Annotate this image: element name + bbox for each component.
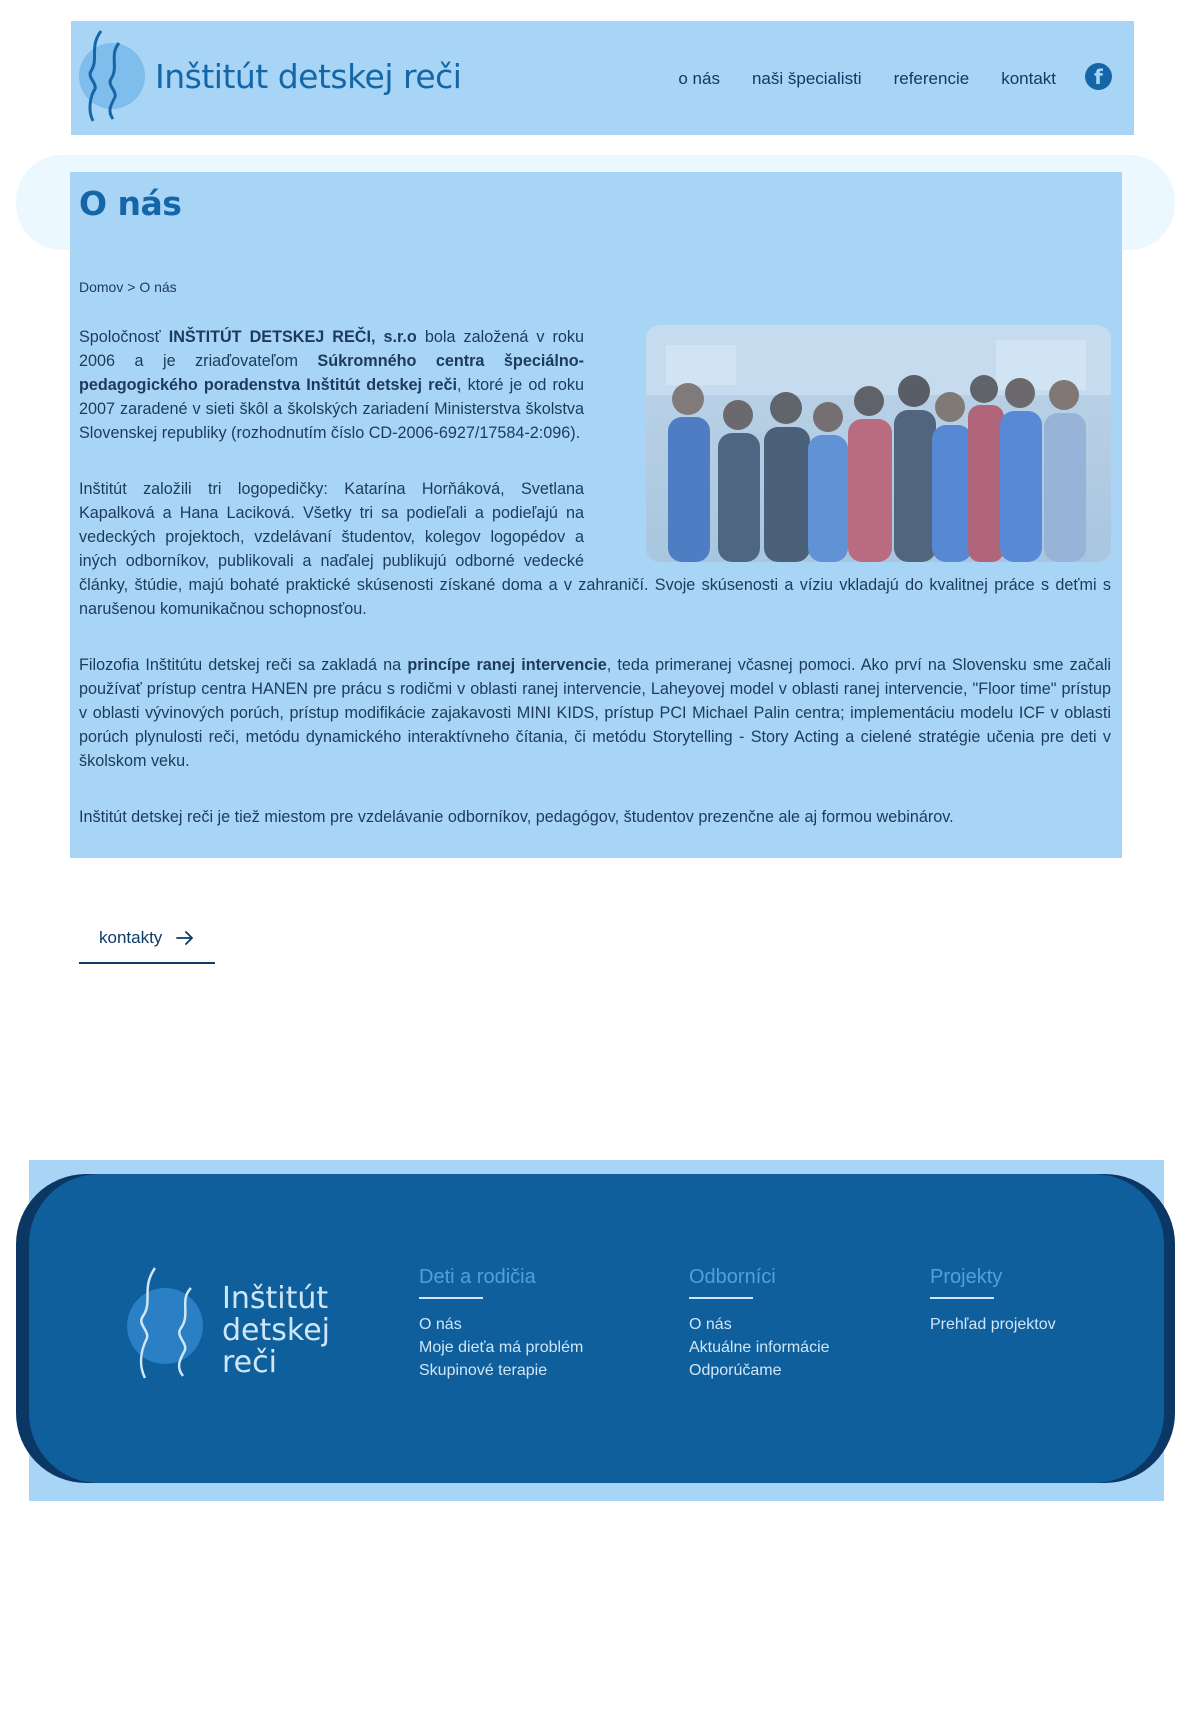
footer-link[interactable]: Prehľad projektov [930,1313,1056,1336]
contacts-button-label: kontakty [99,928,163,947]
footer-column-title: Deti a rodičia [419,1266,536,1299]
p1-text-a: Spoločnosť [79,328,169,346]
footer-link[interactable]: Aktuálne informácie [689,1336,830,1359]
paragraph-education: Inštitút detskej reči je tiež miestom pr… [79,808,954,826]
facebook-icon[interactable]: f [1085,63,1112,90]
p1-company-name: INŠTITÚT DETSKEJ REČI, s.r.o [168,328,417,346]
footer-brand-line-1: Inštitút [222,1281,329,1316]
team-photo-image [646,325,1111,562]
team-photo [646,325,1111,562]
footer-column-title: Odborníci [689,1266,776,1299]
paragraph-philosophy: Filozofia Inštitútu detskej reči sa zakl… [79,653,1111,773]
nav-item-o-nas[interactable]: o nás [678,69,720,89]
breadcrumb-current: O nás [139,279,177,295]
footer-brand-line-3: reči [222,1345,277,1380]
breadcrumb: Domov > O nás [79,279,177,295]
site-header: Inštitút detskej reči o nás naši špecial… [71,21,1134,135]
footer-link[interactable]: Skupinové terapie [419,1359,583,1382]
p3-text-a: Filozofia Inštitútu detskej reči sa zakl… [79,656,408,674]
footer-brand[interactable]: Inštitút detskej reči [222,1283,330,1379]
footer-link[interactable]: O nás [419,1313,583,1336]
arrow-right-icon [176,931,194,945]
page-title: O nás [79,184,182,223]
footer-column-odbornici: Odborníci O nás Aktuálne informácie Odpo… [689,1266,830,1382]
breadcrumb-separator: > [127,279,136,295]
logo-icon[interactable] [79,29,149,124]
site-footer: Inštitút detskej reči Deti a rodičia O n… [29,1174,1164,1483]
article-body: Spoločnosť INŠTITÚT DETSKEJ REČI, s.r.o … [79,325,1111,861]
p3-principle: princípe ranej intervencie [407,656,607,674]
nav-item-specialisti[interactable]: naši špecialisti [752,69,862,89]
main-content: O nás Domov > O nás Spoločnosť INŠTITÚT … [70,172,1122,858]
footer-column-deti: Deti a rodičia O nás Moje dieťa má probl… [419,1266,583,1382]
breadcrumb-home[interactable]: Domov [79,279,123,295]
nav-item-kontakt[interactable]: kontakt [1001,69,1056,89]
footer-link[interactable]: Odporúčame [689,1359,830,1382]
footer-logo-icon[interactable] [125,1266,215,1381]
footer-column-projekty: Projekty Prehľad projektov [930,1266,1056,1336]
main-nav: o nás naši špecialisti referencie kontak… [678,69,1056,89]
footer-link[interactable]: Moje dieťa má problém [419,1336,583,1359]
contacts-button[interactable]: kontakty [79,914,215,964]
footer-brand-line-2: detskej [222,1313,330,1348]
site-title[interactable]: Inštitút detskej reči [155,57,462,96]
nav-item-referencie[interactable]: referencie [894,69,970,89]
footer-column-title: Projekty [930,1266,1002,1299]
footer-link[interactable]: O nás [689,1313,830,1336]
